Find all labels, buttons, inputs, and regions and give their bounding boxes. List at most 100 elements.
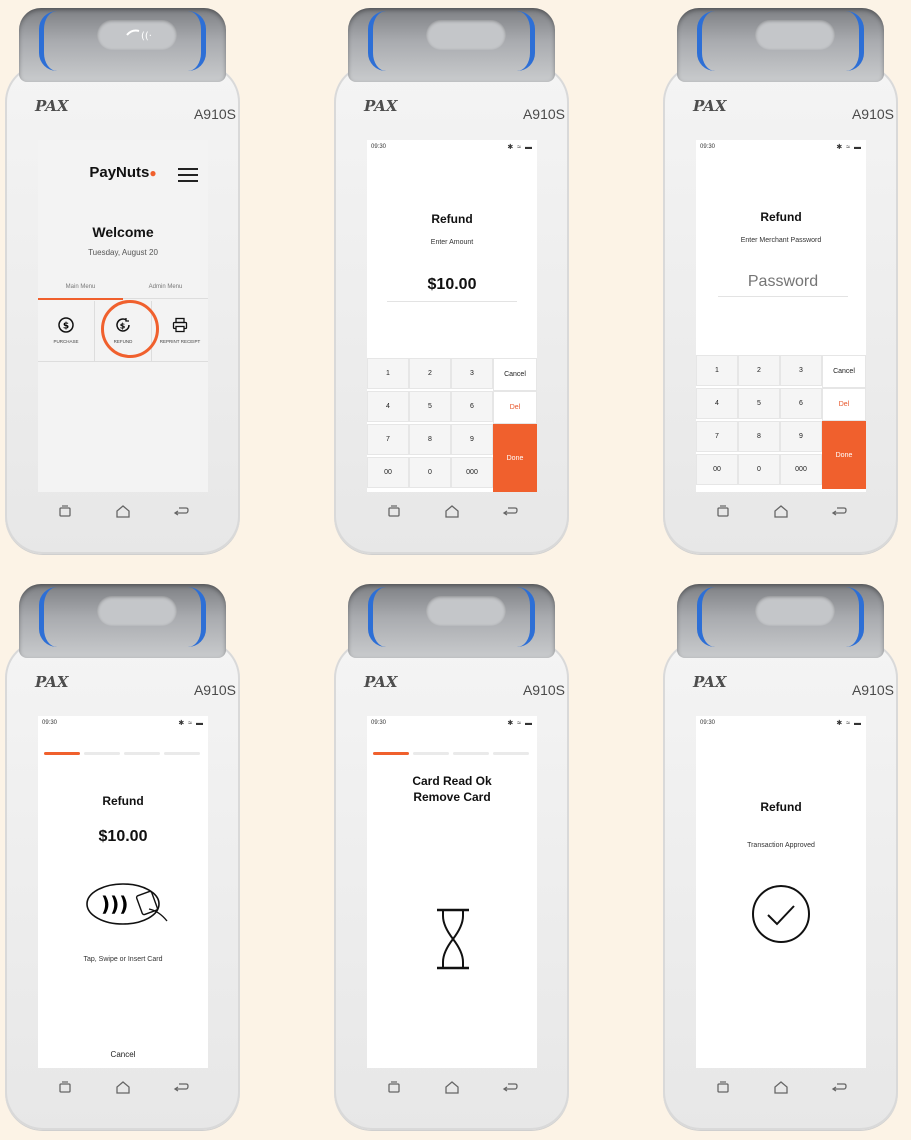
key-00[interactable]: 00 [696, 454, 738, 485]
card-reader-top [19, 584, 226, 658]
key-000[interactable]: 000 [780, 454, 822, 485]
back-icon[interactable] [171, 1078, 191, 1098]
done-key[interactable]: Done [822, 421, 866, 489]
refund-title: Refund [760, 210, 802, 224]
android-navbar [43, 1078, 203, 1098]
enter-amount-label: Enter Amount [430, 239, 474, 246]
device-6: PAX A910S 09:30 ✱ ≈ ▬ Refund Transaction … [663, 578, 898, 1140]
home-icon[interactable] [771, 1078, 791, 1098]
key-9[interactable]: 9 [451, 424, 493, 455]
recent-apps-icon[interactable] [713, 1078, 733, 1098]
key-5[interactable]: 5 [409, 391, 451, 422]
recent-apps-icon[interactable] [384, 1078, 404, 1098]
home-icon[interactable] [442, 1078, 462, 1098]
back-icon[interactable] [829, 502, 849, 522]
numeric-keypad: 1 2 3 4 5 6 7 8 9 00 0 000 Cancel Del Done [696, 355, 866, 489]
contactless-pad [426, 596, 506, 626]
key-1[interactable]: 1 [367, 358, 409, 389]
home-icon[interactable] [771, 502, 791, 522]
key-0[interactable]: 0 [409, 457, 451, 488]
brand-logo: PAX [693, 97, 727, 115]
refund-title: Refund [102, 794, 144, 808]
status-bar: 09:30 ✱ ≈ ▬ [700, 144, 862, 152]
key-5[interactable]: 5 [738, 388, 780, 419]
status-time: 09:30 [700, 144, 716, 150]
recent-apps-icon[interactable] [384, 502, 404, 522]
refund-title: Refund [760, 800, 802, 814]
back-icon[interactable] [171, 502, 191, 522]
contactless-pad: ((· [97, 20, 177, 50]
recent-apps-icon[interactable] [55, 1078, 75, 1098]
numeric-keypad: 1 2 3 4 5 6 7 8 9 00 0 000 Cancel Del Done [367, 358, 537, 492]
svg-text:((·: ((· [141, 31, 152, 42]
tab-main-menu[interactable]: Main Menu [38, 280, 123, 300]
brand-logo: PAX [693, 673, 727, 691]
contactless-pad [426, 20, 506, 50]
status-time: 09:30 [371, 720, 387, 726]
key-8[interactable]: 8 [409, 424, 451, 455]
device-5: PAX A910S 09:30 ✱ ≈ ▬ Card Read Ok Remove… [334, 578, 569, 1140]
status-time: 09:30 [700, 720, 716, 726]
screen-enter-amount: 09:30 ✱ ≈ ▬ Refund Enter Amount $10.00 12… [367, 140, 537, 492]
key-000[interactable]: 000 [451, 457, 493, 488]
card-read-ok-label: Card Read Ok [412, 774, 492, 788]
key-7[interactable]: 7 [696, 421, 738, 452]
status-bar: 09:30 ✱ ≈ ▬ [42, 720, 204, 728]
back-icon[interactable] [500, 502, 520, 522]
progress-steps [373, 752, 531, 756]
status-icons: ✱ ≈ ▬ [836, 720, 862, 727]
cancel-key[interactable]: Cancel [822, 355, 866, 388]
cancel-button[interactable]: Cancel [38, 1050, 208, 1059]
key-1[interactable]: 1 [696, 355, 738, 386]
refund-title: Refund [431, 212, 473, 226]
key-00[interactable]: 00 [367, 457, 409, 488]
printer-icon [172, 317, 188, 333]
back-icon[interactable] [829, 1078, 849, 1098]
contactless-pad [97, 596, 177, 626]
recent-apps-icon[interactable] [55, 502, 75, 522]
del-key[interactable]: Del [493, 391, 537, 424]
key-9[interactable]: 9 [780, 421, 822, 452]
card-reader-top [677, 584, 884, 658]
key-0[interactable]: 0 [738, 454, 780, 485]
key-4[interactable]: 4 [367, 391, 409, 422]
key-6[interactable]: 6 [780, 388, 822, 419]
amount-underline [387, 301, 517, 302]
del-key[interactable]: Del [822, 388, 866, 421]
status-icons: ✱ ≈ ▬ [507, 720, 533, 727]
recent-apps-icon[interactable] [713, 502, 733, 522]
status-icons: ✱ ≈ ▬ [507, 144, 533, 151]
home-icon[interactable] [113, 502, 133, 522]
tap-card-icon: ))) [86, 883, 168, 925]
highlight-ring [101, 300, 159, 358]
menu-reprint-receipt[interactable]: REPRINT RECEIPT [152, 301, 208, 362]
key-2[interactable]: 2 [738, 355, 780, 386]
model-label: A910S [522, 682, 565, 698]
device-2: PAX A910S 09:30 ✱ ≈ ▬ Refund Enter Amount… [334, 2, 569, 564]
back-icon[interactable] [500, 1078, 520, 1098]
key-2[interactable]: 2 [409, 358, 451, 389]
android-navbar [43, 502, 203, 522]
home-icon[interactable] [113, 1078, 133, 1098]
card-reader-top [348, 8, 555, 82]
key-6[interactable]: 6 [451, 391, 493, 422]
enter-password-label: Enter Merchant Password [740, 237, 822, 244]
key-4[interactable]: 4 [696, 388, 738, 419]
card-reader-top [677, 8, 884, 82]
key-8[interactable]: 8 [738, 421, 780, 452]
menu-purchase-label: PURCHASE [53, 339, 79, 344]
done-key[interactable]: Done [493, 424, 537, 492]
key-7[interactable]: 7 [367, 424, 409, 455]
remove-card-label: Remove Card [413, 790, 491, 804]
key-3[interactable]: 3 [780, 355, 822, 386]
hamburger-menu-icon[interactable] [178, 168, 198, 182]
key-3[interactable]: 3 [451, 358, 493, 389]
cancel-key[interactable]: Cancel [493, 358, 537, 391]
tab-admin-menu[interactable]: Admin Menu [123, 280, 208, 299]
menu-reprint-label: REPRINT RECEIPT [159, 339, 201, 344]
menu-purchase[interactable]: $ PURCHASE [38, 301, 95, 362]
password-input[interactable] [718, 268, 848, 297]
home-icon[interactable] [442, 502, 462, 522]
android-navbar [701, 1078, 861, 1098]
contactless-icon: ((· [126, 29, 152, 42]
